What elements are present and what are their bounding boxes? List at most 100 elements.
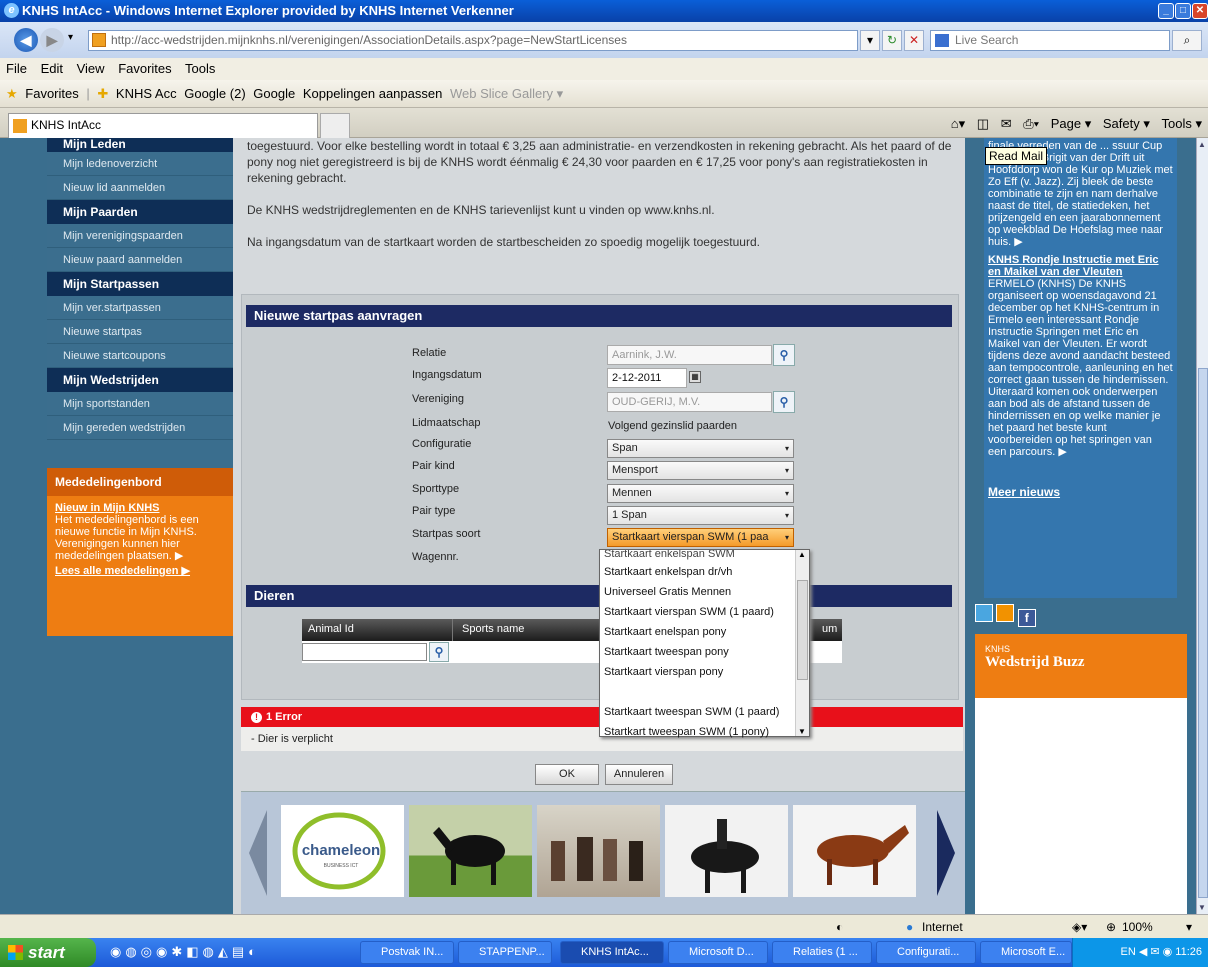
page-menu[interactable]: Page ▾ — [1051, 116, 1092, 131]
close-button[interactable]: ✕ — [1192, 3, 1208, 19]
calendar-icon[interactable]: ▦ — [689, 371, 701, 383]
dropdown-scroll-thumb[interactable] — [797, 580, 808, 680]
security-icon[interactable]: ◐ — [836, 915, 843, 939]
sidebar-item-startcoupons[interactable]: Nieuwe startcoupons — [47, 344, 233, 368]
tools-menu[interactable]: Tools ▾ — [1162, 116, 1203, 131]
sidebar-item-verenigingspaarden[interactable]: Mijn verenigingspaarden — [47, 224, 233, 248]
feeds-icon[interactable]: ◫ — [977, 116, 989, 131]
pair-kind-select[interactable]: Mensport ▾ — [607, 461, 794, 480]
search-icon[interactable]: ⌕ — [1172, 30, 1202, 51]
page-scrollbar[interactable]: ▲ ▼ — [1196, 138, 1208, 914]
taskbar-item-stappenp[interactable]: STAPPENP... — [458, 941, 552, 964]
address-dropdown-icon[interactable]: ▾ — [860, 30, 880, 51]
more-news-link[interactable]: Meer nieuws — [988, 486, 1173, 498]
taskbar-item-relaties[interactable]: Relaties (1 ... — [772, 941, 872, 964]
notice-link[interactable]: Nieuw in Mijn KNHS — [47, 496, 233, 514]
tab-knhs-intacc[interactable]: KNHS IntAcc — [8, 113, 318, 138]
sidebar-item-ver-startpassen[interactable]: Mijn ver.startpassen — [47, 296, 233, 320]
fav-google-2[interactable]: Google (2) — [184, 86, 245, 101]
dropdown-option-2[interactable]: Startkaart enkelspan dr/vh — [600, 562, 809, 582]
scroll-down-icon[interactable]: ▼ — [1198, 903, 1206, 912]
sidebar-item-gereden-wedstrijden[interactable]: Mijn gereden wedstrijden — [47, 416, 233, 440]
menu-view[interactable]: View — [77, 61, 105, 76]
dropdown-option-5[interactable]: Startkaart enelspan pony — [600, 622, 809, 642]
horse-photo-1[interactable] — [409, 805, 532, 897]
fav-web-slice[interactable]: Web Slice Gallery ▾ — [450, 86, 563, 101]
pair-type-select[interactable]: 1 Span ▾ — [607, 506, 794, 525]
scroll-up-icon[interactable]: ▲ — [798, 550, 806, 559]
dropdown-option-10[interactable]: Startkart tweespan SWM (1 pony) — [600, 722, 809, 742]
news-item-2-heading[interactable]: KNHS Rondje Instructie met Eric en Maike… — [988, 254, 1173, 278]
menu-tools[interactable]: Tools — [185, 61, 215, 76]
protected-mode-icon[interactable]: ◈▾ — [1072, 915, 1087, 939]
all-notices-link[interactable]: Lees alle mededelingen ▶ — [47, 562, 233, 577]
startpas-soort-dropdown-list[interactable]: Startkaart enkelspan SWM Startkaart enke… — [599, 549, 810, 738]
carousel-next-icon[interactable] — [937, 810, 955, 896]
sidebar-item-sportstanden[interactable]: Mijn sportstanden — [47, 392, 233, 416]
fav-koppelingen[interactable]: Koppelingen aanpassen — [303, 86, 443, 101]
favorites-button[interactable]: Favorites — [25, 86, 78, 101]
menu-favorites[interactable]: Favorites — [118, 61, 171, 76]
facebook-icon[interactable]: f — [1017, 609, 1036, 627]
dropdown-option-7[interactable]: Startkaart vierspan pony — [600, 662, 809, 682]
relatie-field[interactable]: Aarnink, J.W. — [607, 345, 772, 365]
zoom-level[interactable]: 100% — [1122, 915, 1153, 939]
page-scroll-thumb[interactable] — [1198, 368, 1208, 898]
taskbar-item-microsoft-e[interactable]: Microsoft E... — [980, 941, 1072, 964]
home-icon[interactable]: ⌂▾ — [951, 116, 965, 131]
sponsor-logo-chameleon[interactable]: chameleon BUSINESS ICT — [281, 805, 404, 897]
dropdown-option-4[interactable]: Startkaart vierspan SWM (1 paard) — [600, 602, 809, 622]
add-favorite-icon[interactable]: ✚ — [97, 86, 108, 101]
menu-edit[interactable]: Edit — [41, 61, 63, 76]
carousel-prev-icon[interactable] — [249, 810, 267, 896]
horse-photo-4[interactable] — [793, 805, 916, 897]
forward-button[interactable]: ▶ — [40, 28, 64, 52]
taskbar-item-microsoft-d[interactable]: Microsoft D... — [668, 941, 768, 964]
live-search-input[interactable]: Live Search — [930, 30, 1170, 51]
horse-photo-2[interactable] — [537, 805, 660, 897]
dropdown-option-9[interactable]: Startkaart tweespan SWM (1 paard) — [600, 702, 809, 722]
print-icon[interactable]: ⎙▾ — [1023, 116, 1039, 131]
language-indicator[interactable]: EN — [1120, 946, 1135, 958]
safety-menu[interactable]: Safety ▾ — [1103, 116, 1150, 131]
ok-button[interactable]: OK — [535, 764, 599, 785]
startpas-soort-select[interactable]: Startkaart vierspan SWM (1 paa ▾ — [607, 528, 794, 547]
tray-icons[interactable]: ◀ ✉ ◉ — [1139, 946, 1172, 958]
ingangsdatum-field[interactable]: 2-12-2011 — [607, 368, 687, 388]
scroll-up-icon[interactable]: ▲ — [1198, 140, 1206, 149]
cancel-button[interactable]: Annuleren — [605, 764, 673, 785]
sidebar-item-nieuwe-startpas[interactable]: Nieuwe startpas — [47, 320, 233, 344]
vereniging-field[interactable]: OUD-GERIJ, M.V. — [607, 392, 772, 412]
stop-icon[interactable]: ✕ — [904, 30, 924, 51]
dropdown-option-3[interactable]: Universeel Gratis Mennen — [600, 582, 809, 602]
dropdown-scrollbar[interactable]: ▲ ▼ — [795, 550, 809, 736]
zoom-dropdown-icon[interactable]: ▾ — [1186, 915, 1192, 939]
animal-id-input[interactable] — [302, 643, 427, 661]
horse-photo-3[interactable] — [665, 805, 788, 897]
twitter-icon[interactable] — [975, 604, 993, 622]
read-mail-icon[interactable]: ✉ — [1001, 116, 1012, 131]
fav-knhs-acc[interactable]: KNHS Acc — [116, 86, 177, 101]
dropdown-option-1[interactable]: Startkaart enkelspan SWM — [600, 550, 809, 562]
taskbar-item-postvak[interactable]: Postvak IN... — [360, 941, 454, 964]
fav-google[interactable]: Google — [253, 86, 295, 101]
back-button[interactable]: ◀ — [14, 28, 38, 52]
history-dropdown-icon[interactable]: ▾ — [68, 32, 73, 43]
relatie-search-icon[interactable]: ⚲ — [773, 344, 795, 366]
sidebar-item-ledenoverzicht[interactable]: Mijn ledenoverzicht — [47, 152, 233, 176]
configuratie-select[interactable]: Span ▾ — [607, 439, 794, 458]
scroll-down-icon[interactable]: ▼ — [798, 727, 806, 736]
hyves-icon[interactable] — [996, 604, 1015, 622]
new-tab-button[interactable] — [320, 113, 350, 138]
maximize-button[interactable]: □ — [1175, 3, 1191, 19]
animal-search-icon[interactable]: ⚲ — [429, 642, 449, 662]
dropdown-option-8[interactable] — [600, 682, 809, 702]
sidebar-item-nieuw-lid[interactable]: Nieuw lid aanmelden — [47, 176, 233, 200]
refresh-icon[interactable]: ↻ — [882, 30, 902, 51]
quick-launch-icon[interactable]: ◉◍◎◉✱◧◍◭▤◐ — [110, 944, 260, 959]
sporttype-select[interactable]: Mennen ▾ — [607, 484, 794, 503]
taskbar-item-configurati[interactable]: Configurati... — [876, 941, 976, 964]
start-button[interactable]: start — [0, 938, 96, 967]
menu-file[interactable]: File — [6, 61, 27, 76]
address-input[interactable]: http://acc-wedstrijden.mijnknhs.nl/veren… — [88, 30, 858, 51]
